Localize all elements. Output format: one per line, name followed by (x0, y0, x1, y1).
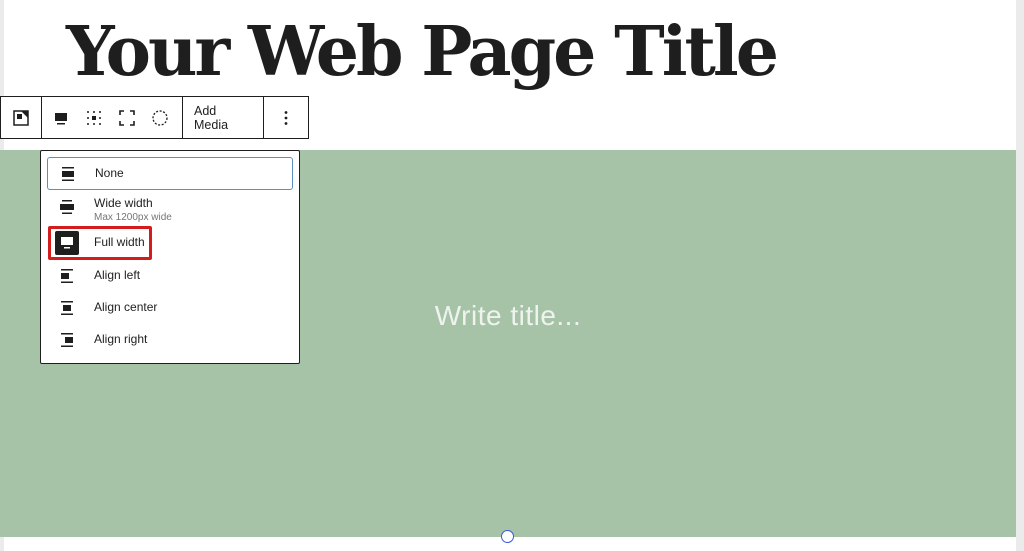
align-option-sublabel: Max 1200px wide (94, 211, 172, 223)
align-option-label: Align center (94, 300, 158, 315)
align-center-icon (57, 298, 77, 318)
align-wide-icon (57, 197, 77, 217)
duotone-icon[interactable] (143, 97, 176, 138)
add-media-button[interactable]: Add Media (183, 97, 263, 138)
page-title[interactable]: Your Web Page Title (66, 18, 779, 86)
more-options-icon[interactable] (264, 97, 308, 138)
align-option-right[interactable]: Align right (47, 324, 293, 356)
alignment-menu: None Wide width Max 1200px wide Full wid… (40, 150, 300, 364)
align-option-label: Align left (94, 268, 141, 283)
align-option-center[interactable]: Align center (47, 292, 293, 324)
align-option-left[interactable]: Align left (47, 260, 293, 292)
align-option-none[interactable]: None (47, 157, 293, 190)
fullscreen-icon[interactable] (110, 97, 143, 138)
align-option-label: Align right (94, 332, 148, 347)
align-icon[interactable] (44, 97, 77, 138)
block-type-group (1, 97, 42, 138)
align-option-label: None (95, 165, 124, 180)
resize-handle[interactable] (501, 530, 514, 543)
align-option-wide[interactable]: Wide width Max 1200px wide (47, 195, 293, 228)
align-option-label: Full width (94, 235, 145, 250)
align-option-full[interactable]: Full width (47, 226, 293, 260)
block-controls-group (42, 97, 183, 138)
align-none-icon (58, 164, 78, 184)
align-right-icon (57, 330, 77, 350)
block-toolbar: Add Media (0, 96, 309, 139)
align-left-icon (57, 266, 77, 286)
cover-block-icon[interactable] (1, 97, 41, 138)
options-group (264, 97, 308, 138)
align-full-icon (55, 231, 79, 255)
media-group: Add Media (183, 97, 264, 138)
align-option-label: Wide width (94, 196, 153, 210)
focal-point-icon[interactable] (77, 97, 110, 138)
